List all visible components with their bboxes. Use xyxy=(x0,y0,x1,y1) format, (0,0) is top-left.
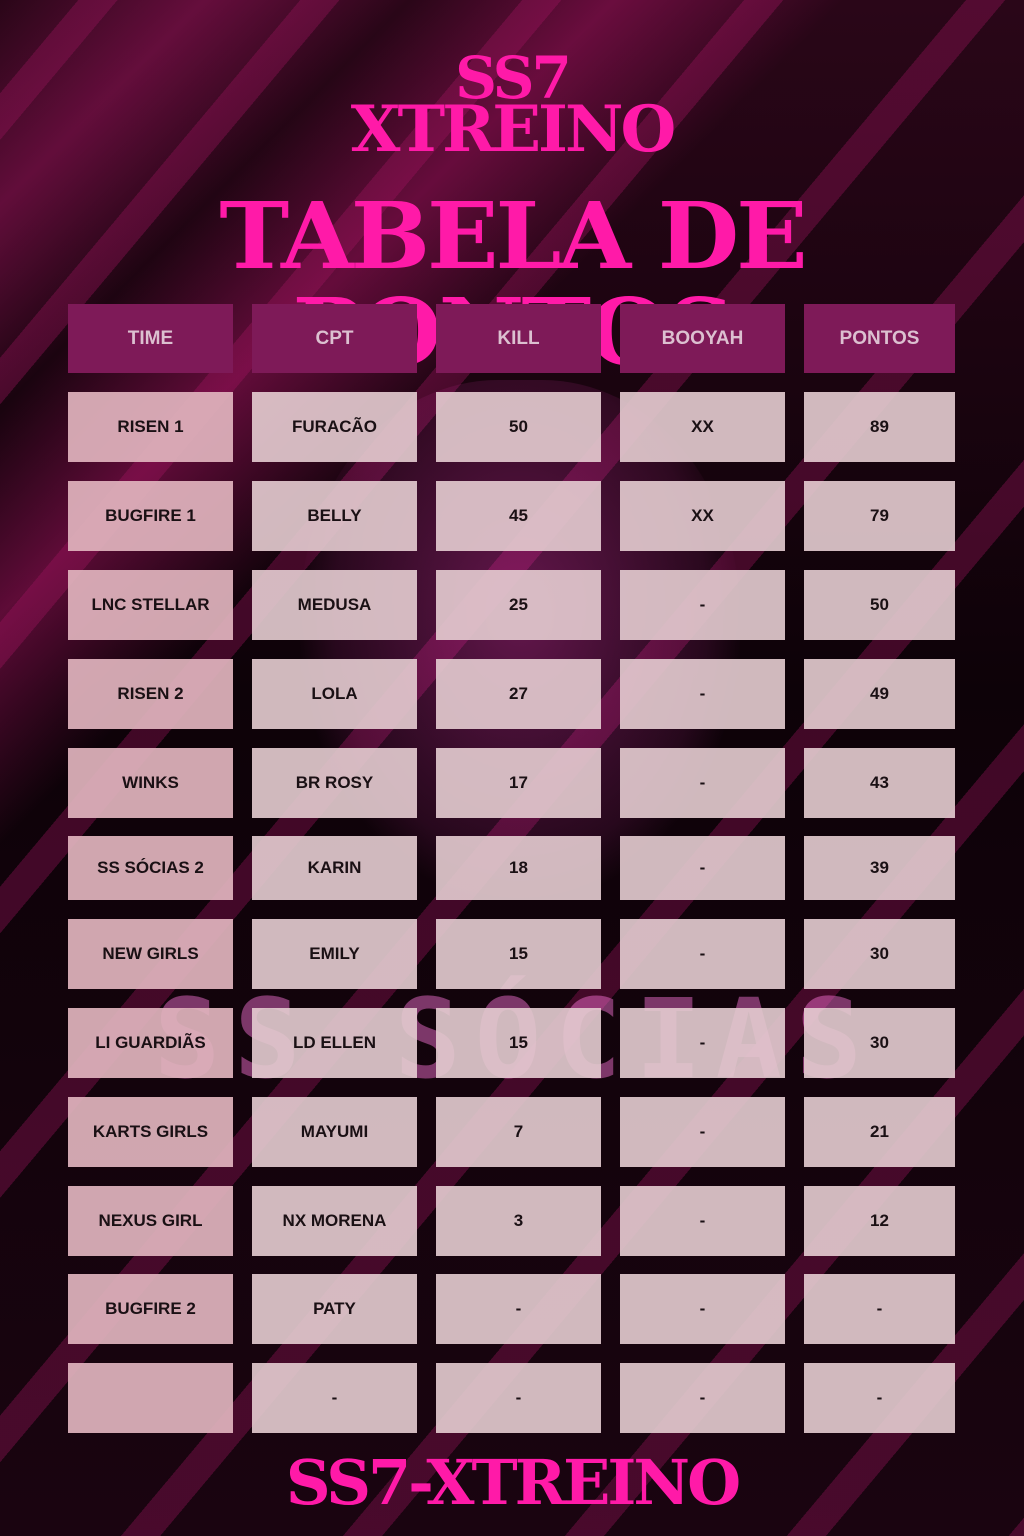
cell-booyah: - xyxy=(620,659,785,729)
cell-points: 21 xyxy=(804,1097,955,1167)
cell-team: NEXUS GIRL xyxy=(68,1186,233,1256)
cell-points: 12 xyxy=(804,1186,955,1256)
cell-kills: - xyxy=(436,1363,601,1433)
cell-captain: BELLY xyxy=(252,481,417,551)
cell-captain: MAYUMI xyxy=(252,1097,417,1167)
cell-captain: BR ROSY xyxy=(252,748,417,818)
cell-captain: - xyxy=(252,1363,417,1433)
cell-team xyxy=(68,1363,233,1433)
cell-team: BUGFIRE 1 xyxy=(68,481,233,551)
cell-booyah: XX xyxy=(620,481,785,551)
cell-booyah: XX xyxy=(620,392,785,462)
cell-booyah: - xyxy=(620,1008,785,1078)
cell-kills: 17 xyxy=(436,748,601,818)
cell-captain: FURACÃO xyxy=(252,392,417,462)
cell-points: 49 xyxy=(804,659,955,729)
cell-points: 39 xyxy=(804,836,955,900)
cell-kills: 7 xyxy=(436,1097,601,1167)
cell-captain: KARIN xyxy=(252,836,417,900)
cell-kills: 25 xyxy=(436,570,601,640)
cell-team: LNC STELLAR xyxy=(68,570,233,640)
cell-team: LI GUARDIÃS xyxy=(68,1008,233,1078)
cell-points: 89 xyxy=(804,392,955,462)
cell-kills: 45 xyxy=(436,481,601,551)
cell-team: WINKS xyxy=(68,748,233,818)
cell-points: 79 xyxy=(804,481,955,551)
cell-captain: LOLA xyxy=(252,659,417,729)
cell-booyah: - xyxy=(620,1363,785,1433)
cell-points: 30 xyxy=(804,919,955,989)
cell-kills: 50 xyxy=(436,392,601,462)
cell-booyah: - xyxy=(620,1274,785,1344)
footer-title: SS7-XTREINO xyxy=(285,1446,741,1519)
cell-captain: MEDUSA xyxy=(252,570,417,640)
cell-kills: - xyxy=(436,1274,601,1344)
cell-kills: 15 xyxy=(436,1008,601,1078)
column-header-booyah: BOOYAH xyxy=(620,304,785,373)
cell-points: 43 xyxy=(804,748,955,818)
column-header-captain: CPT xyxy=(252,304,417,373)
cell-booyah: - xyxy=(620,1186,785,1256)
title-line-2: XTREINO xyxy=(350,92,676,167)
column-header-points: PONTOS xyxy=(804,304,955,373)
cell-kills: 18 xyxy=(436,836,601,900)
cell-captain: EMILY xyxy=(252,919,417,989)
cell-kills: 15 xyxy=(436,919,601,989)
cell-team: KARTS GIRLS xyxy=(68,1097,233,1167)
cell-team: SS SÓCIAS 2 xyxy=(68,836,233,900)
cell-captain: PATY xyxy=(252,1274,417,1344)
cell-kills: 3 xyxy=(436,1186,601,1256)
cell-captain: NX MORENA xyxy=(252,1186,417,1256)
cell-booyah: - xyxy=(620,570,785,640)
cell-team: RISEN 2 xyxy=(68,659,233,729)
cell-booyah: - xyxy=(620,748,785,818)
cell-points: 50 xyxy=(804,570,955,640)
cell-captain: LD ELLEN xyxy=(252,1008,417,1078)
cell-points: 30 xyxy=(804,1008,955,1078)
cell-booyah: - xyxy=(620,919,785,989)
cell-points: - xyxy=(804,1363,955,1433)
cell-booyah: - xyxy=(620,836,785,900)
cell-team: BUGFIRE 2 xyxy=(68,1274,233,1344)
cell-team: RISEN 1 xyxy=(68,392,233,462)
cell-team: NEW GIRLS xyxy=(68,919,233,989)
column-header-kills: KILL xyxy=(436,304,601,373)
cell-kills: 27 xyxy=(436,659,601,729)
cell-points: - xyxy=(804,1274,955,1344)
cell-booyah: - xyxy=(620,1097,785,1167)
column-header-team: TIME xyxy=(68,304,233,373)
